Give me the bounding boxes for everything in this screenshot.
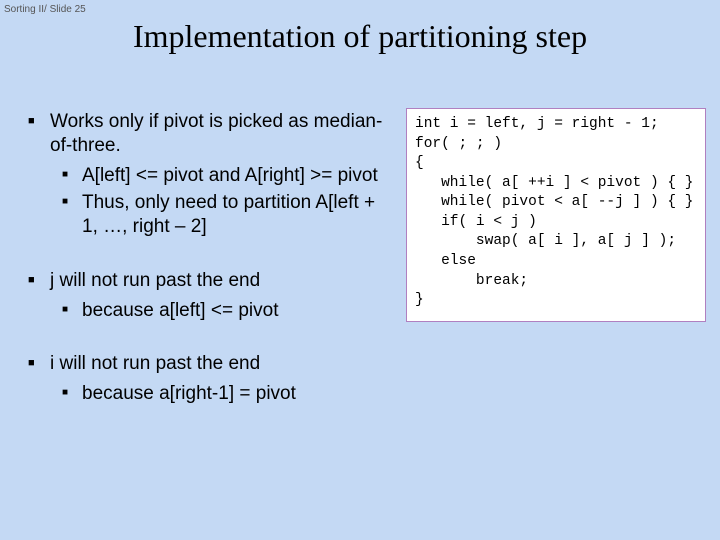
bullet-item: ■ Works only if pivot is picked as media… [28, 110, 388, 158]
bullet-sub-item: ■ because a[left] <= pivot [62, 299, 388, 323]
bullet-item: ■ j will not run past the end [28, 269, 388, 293]
bullet-marker: ■ [62, 382, 82, 406]
slide-number-label: Sorting II/ Slide 25 [4, 4, 86, 15]
bullet-marker: ■ [62, 191, 82, 239]
bullet-item: ■ i will not run past the end [28, 352, 388, 376]
bullet-sub-item: ■ because a[right-1] = pivot [62, 382, 388, 406]
bullet-text: Works only if pivot is picked as median-… [50, 110, 388, 158]
bullet-sub-item: ■ A[left] <= pivot and A[right] >= pivot [62, 164, 388, 188]
body-text: ■ Works only if pivot is picked as media… [28, 110, 388, 410]
bullet-text: because a[right-1] = pivot [82, 382, 388, 406]
code-snippet: int i = left, j = right - 1; for( ; ; ) … [406, 108, 706, 322]
bullet-marker: ■ [28, 110, 50, 158]
bullet-marker: ■ [62, 299, 82, 323]
bullet-marker: ■ [62, 164, 82, 188]
bullet-text: Thus, only need to partition A[left + 1,… [82, 191, 388, 239]
bullet-text: i will not run past the end [50, 352, 388, 376]
bullet-text: because a[left] <= pivot [82, 299, 388, 323]
bullet-sub-item: ■ Thus, only need to partition A[left + … [62, 191, 388, 239]
slide-title: Implementation of partitioning step [0, 18, 720, 55]
slide: Sorting II/ Slide 25 Implementation of p… [0, 0, 720, 540]
bullet-marker: ■ [28, 269, 50, 293]
bullet-text: j will not run past the end [50, 269, 388, 293]
bullet-text: A[left] <= pivot and A[right] >= pivot [82, 164, 388, 188]
bullet-marker: ■ [28, 352, 50, 376]
